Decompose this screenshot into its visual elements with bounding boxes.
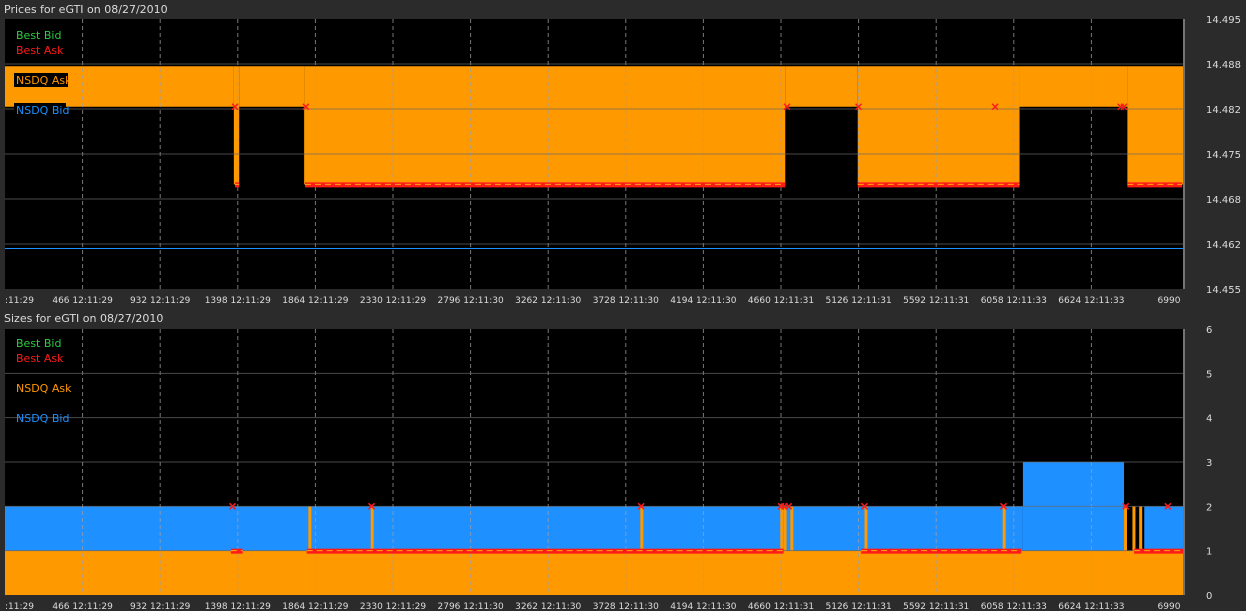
prices-panel: Prices for eGTI on 08/27/2010 :11:29 466 …: [4, 3, 1241, 306]
x-tick-label-13: 6058 12:11:33: [981, 602, 1047, 611]
orange-spike-5: [790, 506, 794, 551]
y-tick-label-3: 14.475: [1206, 150, 1241, 161]
x-tick-label-6: 2796 12:11:30: [438, 602, 504, 611]
x-tick-label-3: 1398 12:11:29: [205, 296, 271, 306]
prices-legend-best-ask: Best Ask: [16, 44, 64, 57]
sizes-legend-best-bid: Best Bid: [16, 337, 61, 350]
orange-spike-8: [1124, 506, 1128, 551]
x-tick-label-1: 466 12:11:29: [52, 296, 113, 306]
sizes-legend-nsdq-bid: NSDQ Bid: [16, 412, 69, 425]
y-tick-label-6: 0: [1206, 591, 1212, 602]
prices-legend-nsdq-ask: NSDQ Ask: [16, 74, 72, 87]
nsdq-ask-area-3: [304, 66, 786, 185]
y-tick-label-5: 14.462: [1206, 240, 1241, 251]
prices-x-ticks: :11:29 466 12:11:29 932 12:11:29 1398 12:11…: [5, 296, 1181, 306]
nsdq-ask-size-area: [5, 550, 1183, 595]
x-tick-label-1: 466 12:11:29: [52, 602, 113, 611]
orange-spike-1: [370, 506, 374, 551]
x-tick-label-15: 6990: [1158, 296, 1181, 306]
nsdq-ask-area-1: [233, 66, 240, 185]
nsdq-ask-area-7: [1127, 66, 1183, 185]
orange-spike-9: [1132, 506, 1136, 551]
best-ask-run-3: [1127, 182, 1183, 188]
x-tick-label-11: 5126 12:11:31: [826, 296, 892, 306]
y-tick-label-0: 6: [1206, 325, 1212, 336]
y-tick-label-2: 4: [1206, 414, 1212, 425]
orange-spike-2: [640, 506, 644, 551]
sizes-y-ticks: 6 5 4 3 2 1 0: [1206, 325, 1212, 602]
orange-spike-6: [864, 506, 868, 551]
x-tick-label-12: 5592 12:11:31: [903, 602, 969, 611]
orange-spike-0: [308, 506, 312, 551]
prices-y-ticks: 14.495 14.488 14.482 14.475 14.468 14.462 14.4…: [1206, 15, 1241, 296]
sizes-legend-best-ask: Best Ask: [16, 352, 64, 365]
nsdq-bid-size-area-0: [5, 506, 1023, 551]
nsdq-ask-area-5: [857, 66, 1020, 185]
x-tick-label-0: :11:29: [5, 296, 34, 306]
x-tick-label-5: 2330 12:11:29: [360, 602, 426, 611]
x-tick-label-6: 2796 12:11:30: [438, 296, 504, 306]
y-tick-label-1: 5: [1206, 369, 1212, 380]
x-tick-label-7: 3262 12:11:30: [515, 602, 581, 611]
x-tick-label-12: 5592 12:11:31: [903, 296, 969, 306]
prices-title: Prices for eGTI on 08/27/2010: [4, 3, 168, 16]
x-tick-label-0: :11:29: [5, 602, 34, 611]
nsdq-ask-area-2: [239, 66, 305, 107]
x-tick-label-14: 6624 12:11:33: [1058, 602, 1124, 611]
x-tick-label-3: 1398 12:11:29: [205, 602, 271, 611]
sizes-title: Sizes for eGTI on 08/27/2010: [4, 312, 163, 325]
y-tick-label-2: 14.482: [1206, 105, 1241, 116]
sizes-panel: Sizes for eGTI on 08/27/2010 :11:29 466 1…: [4, 312, 1212, 611]
x-tick-label-2: 932 12:11:29: [130, 296, 191, 306]
chart-stage: Prices for eGTI on 08/27/2010 :11:29 466 …: [4, 3, 1241, 611]
x-tick-label-10: 4660 12:11:31: [748, 602, 814, 611]
orange-spike-10: [1139, 506, 1143, 551]
prices-legend-best-bid: Best Bid: [16, 29, 61, 42]
x-tick-label-4: 1864 12:11:29: [282, 296, 348, 306]
x-tick-label-2: 932 12:11:29: [130, 602, 191, 611]
sizes-x-ticks: :11:29 466 12:11:29 932 12:11:29 1398 12:11…: [5, 602, 1181, 611]
orange-spike-4: [783, 506, 787, 551]
x-tick-label-10: 4660 12:11:31: [748, 296, 814, 306]
x-tick-label-9: 4194 12:11:30: [670, 602, 736, 611]
sizes-legend-nsdq-ask: NSDQ Ask: [16, 382, 72, 395]
y-tick-label-4: 2: [1206, 502, 1212, 513]
x-tick-label-7: 3262 12:11:30: [515, 296, 581, 306]
x-tick-label-13: 6058 12:11:33: [981, 296, 1047, 306]
orange-spike-7: [1002, 506, 1006, 551]
x-tick-label-8: 3728 12:11:30: [593, 296, 659, 306]
x-tick-label-15: 6990: [1158, 602, 1181, 611]
prices-legend-nsdq-bid: NSDQ Bid: [16, 104, 69, 117]
nsdq-bid-size-area-3: [1144, 506, 1183, 551]
y-tick-label-6: 14.455: [1206, 285, 1241, 296]
y-tick-label-3: 3: [1206, 458, 1212, 469]
x-tick-label-8: 3728 12:11:30: [593, 602, 659, 611]
y-tick-label-5: 1: [1206, 547, 1212, 558]
nsdq-ask-area-6: [1019, 66, 1128, 107]
nsdq-ask-area-4: [785, 66, 858, 107]
y-tick-label-1: 14.488: [1206, 60, 1241, 71]
y-tick-label-4: 14.468: [1206, 195, 1241, 206]
x-tick-label-9: 4194 12:11:30: [670, 296, 736, 306]
x-tick-label-5: 2330 12:11:29: [360, 296, 426, 306]
x-tick-label-14: 6624 12:11:33: [1058, 296, 1124, 306]
x-tick-label-4: 1864 12:11:29: [282, 602, 348, 611]
x-tick-label-11: 5126 12:11:31: [826, 602, 892, 611]
y-tick-label-0: 14.495: [1206, 15, 1241, 26]
